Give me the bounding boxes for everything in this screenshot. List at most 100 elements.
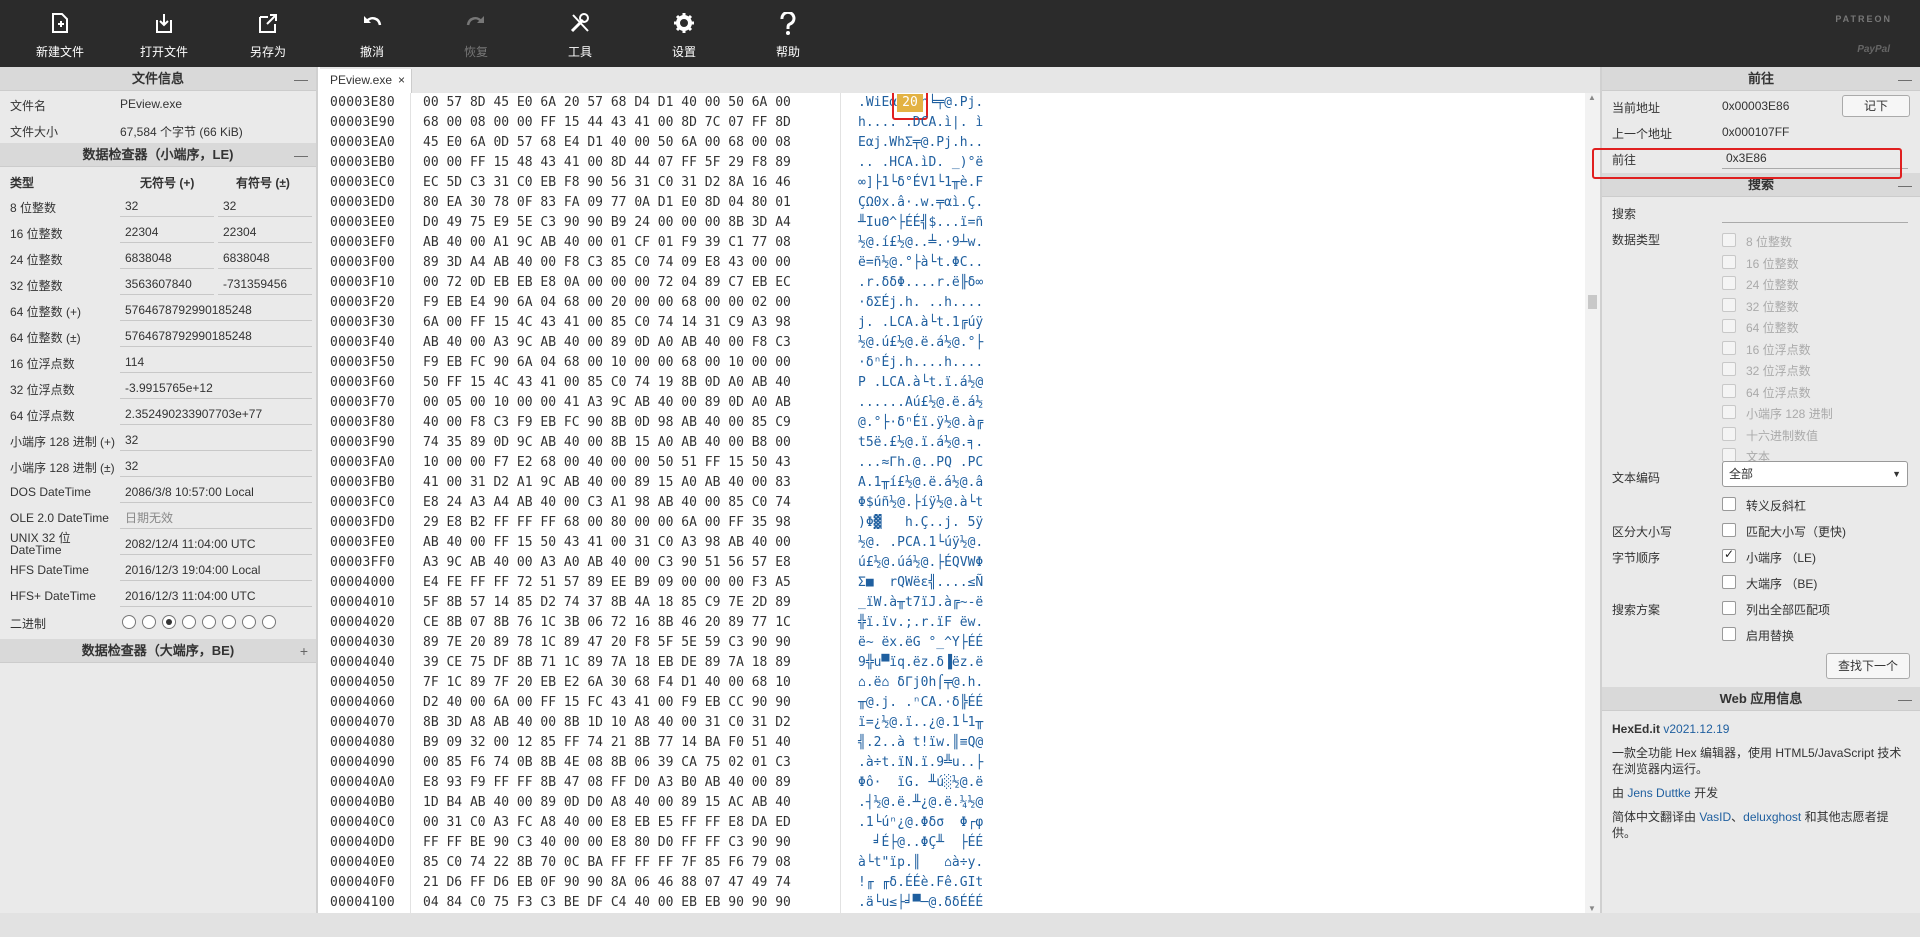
inspector-value-field[interactable]: 2016/12/3 19:04:00 Local	[120, 559, 312, 581]
hex-bytes[interactable]: 41 00 31 D2 A1 9C AB 40 00 89 15 A0 AB 4…	[423, 473, 791, 493]
search-input[interactable]	[1722, 201, 1908, 223]
ascii-text[interactable]: ½@.ú£½@.ë.á½@.°├	[858, 333, 983, 353]
inspector-signed-field[interactable]: -731359456	[218, 273, 312, 295]
ascii-text[interactable]: ╛É├@..ΦÇ╨ ├ÉÉ	[858, 833, 984, 853]
ascii-text[interactable]: .┤½@.ë.╨¿@.ë.¼½@	[858, 793, 983, 813]
hex-bytes[interactable]: 29 E8 B2 FF FF FF 68 00 80 00 00 6A 00 F…	[423, 513, 791, 533]
binary-bit-radio[interactable]	[162, 615, 176, 629]
hex-bytes[interactable]: 10 00 00 F7 E2 68 00 40 00 00 50 51 FF 1…	[423, 453, 791, 473]
redo-button[interactable]: 恢复	[424, 0, 528, 67]
list-all-checkbox[interactable]	[1722, 601, 1736, 615]
hex-bytes[interactable]: 45 E0 6A 0D 57 68 E4 D1 40 00 50 6A 00 6…	[423, 133, 791, 153]
ascii-text[interactable]: ·δΣÉj.h. ..h....	[858, 293, 983, 313]
hex-bytes[interactable]: 1D B4 AB 40 00 89 0D D0 A8 40 00 89 15 A…	[423, 793, 791, 813]
inspector-unsigned-field[interactable]: 6838048	[120, 247, 214, 269]
inspector-value-field[interactable]: 2016/12/3 11:04:00 UTC	[120, 585, 312, 607]
binary-bit-radio[interactable]	[122, 615, 136, 629]
collapse-icon[interactable]: —	[1898, 687, 1912, 711]
author-link[interactable]: Jens Duttke	[1627, 786, 1690, 800]
patreon-link[interactable]: PATREON	[1835, 14, 1892, 24]
hex-bytes[interactable]: 8B 3D A8 AB 40 00 8B 1D 10 A8 40 00 31 C…	[423, 713, 791, 733]
escape-checkbox[interactable]	[1722, 497, 1736, 511]
ascii-text[interactable]: .1└úⁿ¿@.Φδσ Φ┌φ	[858, 813, 983, 833]
data-type-checkbox[interactable]	[1722, 383, 1736, 398]
hex-bytes[interactable]: E8 93 F9 FF FF 8B 47 08 FF D0 A3 B0 AB 4…	[423, 773, 791, 793]
ascii-text[interactable]: ï=¿½@.ï..¿@.1└1╥	[858, 713, 983, 733]
ascii-text[interactable]: P .LCA.à└t.ï.á½@	[858, 373, 983, 393]
ascii-text[interactable]: Eαj.WhΣ╤@.Pj.h..	[858, 133, 983, 153]
ascii-text[interactable]: .r.δδΦ....r.ë╟δ∞	[858, 273, 983, 293]
ascii-text[interactable]: à└t"ïp.║ ⌂à÷y.	[858, 853, 983, 873]
ascii-text[interactable]: )Φ▓ h.Ç..j. 5ÿ	[858, 513, 983, 533]
file-info-header[interactable]: 文件信息 —	[0, 67, 316, 91]
hex-bytes[interactable]: 89 7E 20 89 78 1C 89 47 20 F8 5F 5E 59 C…	[423, 633, 791, 653]
ascii-text[interactable]: h.... .DCA.ì|. ì	[858, 113, 983, 133]
paypal-link[interactable]: PayPal	[1857, 44, 1890, 55]
inspector-signed-field[interactable]: 32	[218, 195, 312, 217]
inspector-value-field[interactable]: 32	[120, 429, 312, 451]
ascii-text[interactable]: .. .HCA.ìD. _)°ë	[858, 153, 983, 173]
ascii-text[interactable]: t5ë.£½@.ï.á½@.╕.	[858, 433, 983, 453]
hex-bytes[interactable]: 00 72 0D EB EB E8 0A 00 00 00 72 04 89 C…	[423, 273, 791, 293]
inspector-signed-field[interactable]: 22304	[218, 221, 312, 243]
inspector-value-field[interactable]: 114	[120, 351, 312, 373]
inspector-unsigned-field[interactable]: 3563607840	[120, 273, 214, 295]
hex-bytes[interactable]: 80 EA 30 78 0F 83 FA 09 77 0A D1 E0 8D 0…	[423, 193, 791, 213]
ascii-text[interactable]: Φô· ïG. ╨ú░½@.ë	[858, 773, 983, 793]
hex-bytes[interactable]: 00 57 8D 45 E0 6A 20 57 68 D4 D1 40 00 5…	[423, 93, 791, 113]
scroll-up-icon[interactable]: ▲	[1588, 93, 1596, 102]
binary-bit-radio[interactable]	[202, 615, 216, 629]
ascii-text[interactable]: ½@.í£½@..╧.·9┴w.	[858, 233, 983, 253]
collapse-icon[interactable]: —	[294, 143, 308, 167]
inspector-value-field[interactable]: 日期无效	[120, 507, 312, 529]
hex-bytes[interactable]: E4 FE FF FF 72 51 57 89 EE B9 09 00 00 0…	[423, 573, 791, 593]
hex-bytes[interactable]: 40 00 F8 C3 F9 EB FC 90 8B 0D 98 AB 40 0…	[423, 413, 791, 433]
hex-bytes[interactable]: 89 3D A4 AB 40 00 F8 C3 85 C0 74 09 E8 4…	[423, 253, 791, 273]
ascii-text[interactable]: .ä└u≤├╛▀─@.δδÉÉÉ	[858, 893, 983, 913]
inspector-value-field[interactable]: -3.9915765e+12	[120, 377, 312, 399]
hex-bytes[interactable]: 00 85 F6 74 0B 8B 4E 08 8B 06 39 CA 75 0…	[423, 753, 791, 773]
ascii-text[interactable]: ......Aú£½@.ë.á½	[858, 393, 983, 413]
ascii-text[interactable]: ½@. .PCA.1└úÿ½@.	[858, 533, 983, 553]
ascii-text[interactable]: @.°├·δⁿÉï.ÿ½@.à╔	[858, 413, 983, 433]
little-endian-checkbox[interactable]	[1722, 547, 1736, 563]
ascii-text[interactable]: ⌂.ë⌂ δΓj0h⌠╤@.h.	[858, 673, 983, 693]
ascii-text[interactable]: ú£½@.úá½@.├ÉQVWΦ	[858, 553, 983, 573]
hex-bytes[interactable]: 5F 8B 57 14 85 D2 74 37 8B 4A 18 85 C9 7…	[423, 593, 791, 613]
save-as-button[interactable]: 另存为	[216, 0, 320, 67]
data-type-checkbox[interactable]	[1722, 448, 1736, 462]
ascii-text[interactable]: ë~ ëx.ëG °_^Y├ÉÉ	[858, 633, 983, 653]
enable-replace-checkbox[interactable]	[1722, 627, 1736, 641]
match-case-checkbox[interactable]	[1722, 523, 1736, 537]
hex-bytes[interactable]: EC 5D C3 31 C0 EB F8 90 56 31 C0 31 D2 8…	[423, 173, 791, 193]
hex-bytes[interactable]: 7F 1C 89 7F 20 EB E2 6A 30 68 F4 D1 40 0…	[423, 673, 791, 693]
inspector-signed-field[interactable]: 6838048	[218, 247, 312, 269]
hex-bytes[interactable]: AB 40 00 FF 15 50 43 41 00 31 C0 A3 98 A…	[423, 533, 791, 553]
binary-bit-radio[interactable]	[182, 615, 196, 629]
hex-bytes[interactable]: B9 09 32 00 12 85 FF 74 21 8B 77 14 BA F…	[423, 733, 791, 753]
vertical-scrollbar[interactable]: ▲ ▼	[1585, 93, 1600, 913]
hex-bytes[interactable]: E8 24 A3 A4 AB 40 00 C3 A1 98 AB 40 00 8…	[423, 493, 791, 513]
data-type-checkbox[interactable]	[1722, 297, 1736, 312]
hex-bytes[interactable]: 21 D6 FF D6 EB 0F 90 90 8A 06 46 88 07 4…	[423, 873, 791, 893]
new-file-button[interactable]: 新建文件	[8, 0, 112, 67]
translator-link-2[interactable]: deluxghost	[1743, 810, 1801, 824]
ascii-text[interactable]: .à÷t.ïN.ï.9╩u..├	[858, 753, 983, 773]
data-type-checkbox[interactable]	[1722, 233, 1736, 247]
ascii-text[interactable]: Σ■ rQWëε╣....≤Ñ	[858, 573, 983, 593]
scroll-thumb[interactable]	[1588, 295, 1597, 309]
hex-bytes[interactable]: 74 35 89 0D 9C AB 40 00 8B 15 A0 AB 40 0…	[423, 433, 791, 453]
translator-link-1[interactable]: VasID	[1699, 810, 1731, 824]
inspector-value-field[interactable]: 32	[120, 455, 312, 477]
hex-bytes[interactable]: 68 00 08 00 00 FF 15 44 43 41 00 8D 7C 0…	[423, 113, 791, 133]
big-endian-checkbox[interactable]	[1722, 575, 1736, 589]
ascii-text[interactable]: ╨IuΘ^├ÉÉ╣$...ï=ñ	[858, 213, 983, 233]
binary-bit-radio[interactable]	[242, 615, 256, 629]
hex-bytes[interactable]: AB 40 00 A1 9C AB 40 00 01 CF 01 F9 39 C…	[423, 233, 791, 253]
hex-bytes[interactable]: 00 05 00 10 00 00 41 A3 9C AB 40 00 89 0…	[423, 393, 791, 413]
ascii-text[interactable]: 9╬u▀ïq.ëz.δ▐ëz.ë	[858, 653, 983, 673]
inspector-le-header[interactable]: 数据检查器（小端序，LE) —	[0, 143, 316, 167]
data-type-checkbox[interactable]	[1722, 276, 1736, 290]
hex-bytes[interactable]: FF FF BE 90 C3 40 00 00 E8 80 D0 FF FF C…	[423, 833, 791, 853]
open-file-button[interactable]: 打开文件	[112, 0, 216, 67]
